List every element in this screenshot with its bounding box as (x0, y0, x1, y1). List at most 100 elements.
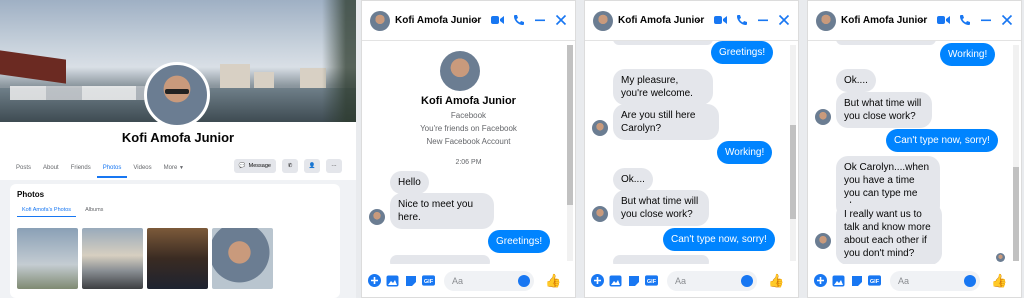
phone-icon[interactable] (958, 13, 971, 26)
emoji-icon[interactable] (518, 274, 530, 287)
chat-messages[interactable]: Greetings! My pleasure, you're welcome. … (585, 41, 798, 266)
chevron-down-icon[interactable]: ⌄ (472, 14, 480, 25)
chat-composer: GIF Aa 👍 (362, 264, 575, 297)
scrollbar[interactable] (1013, 45, 1019, 261)
svg-text:GIF: GIF (647, 279, 657, 285)
plus-icon[interactable] (368, 274, 381, 287)
intro-account: New Facebook Account (426, 137, 511, 146)
friends-button[interactable]: 👤 (304, 159, 320, 173)
tab-more-label: More (163, 165, 178, 171)
chat-messages[interactable]: Kofi Amofa Junior Facebook You're friend… (362, 41, 575, 266)
chat-header: Kofi Amofa Junior ⌄ (808, 1, 1021, 41)
avatar[interactable] (370, 11, 390, 31)
message-input-placeholder: Aa (898, 275, 910, 286)
message-out: Greetings! (488, 230, 551, 253)
video-call-icon[interactable] (714, 13, 727, 26)
photo-thumbnail[interactable] (147, 228, 208, 289)
message-out: Working! (940, 43, 996, 66)
message-button[interactable]: 💬 Message (233, 159, 276, 173)
message-input[interactable]: Aa (444, 270, 534, 291)
avatar (592, 120, 608, 136)
emoji-icon[interactable] (964, 274, 976, 287)
message-out: Can't type now, sorry! (886, 129, 998, 152)
photos-card: Photos Kofi Amofa's Photos Albums (10, 184, 340, 298)
phone-icon: ✆ (287, 163, 293, 169)
profile-tabs: Posts About Friends Photos Videos More ▼ (10, 160, 190, 178)
chevron-down-icon[interactable]: ⌄ (918, 14, 926, 25)
video-call-icon[interactable] (491, 13, 504, 26)
more-options-button[interactable]: ··· (326, 159, 342, 173)
scrollbar-thumb[interactable] (567, 45, 573, 205)
phone-icon[interactable] (512, 13, 525, 26)
sticker-icon[interactable] (850, 274, 863, 287)
message-input[interactable]: Aa (890, 270, 980, 291)
message-in: Ok.... (836, 69, 876, 92)
call-button[interactable]: ✆ (282, 159, 298, 173)
gif-icon[interactable]: GIF (645, 274, 658, 287)
sticker-icon[interactable] (627, 274, 640, 287)
photo-icon[interactable] (832, 274, 845, 287)
avatar[interactable] (593, 11, 613, 31)
chat-contact-name[interactable]: Kofi Amofa Junior (618, 15, 704, 26)
message-out: Greetings! (711, 41, 774, 64)
chat-contact-name[interactable]: Kofi Amofa Junior (841, 15, 927, 26)
minimize-icon[interactable] (756, 13, 769, 26)
like-icon[interactable]: 👍 (545, 273, 561, 289)
avatar (815, 233, 831, 249)
gif-icon[interactable]: GIF (868, 274, 881, 287)
tab-posts[interactable]: Posts (10, 160, 37, 178)
gif-icon[interactable]: GIF (422, 274, 435, 287)
avatar (440, 51, 480, 91)
close-icon[interactable] (1000, 13, 1013, 26)
person-icon: 👤 (308, 163, 316, 169)
emoji-icon[interactable] (741, 274, 753, 287)
like-icon[interactable]: 👍 (768, 273, 784, 289)
tab-albums[interactable]: Albums (80, 204, 108, 217)
scrollbar[interactable] (567, 45, 573, 261)
tab-kofi-photos[interactable]: Kofi Amofa's Photos (17, 204, 77, 217)
scrollbar[interactable] (790, 45, 796, 261)
message-in: But what time will you close work? (613, 190, 709, 226)
minimize-icon[interactable] (533, 13, 546, 26)
chevron-down-icon: ▼ (179, 165, 184, 171)
photos-tabs: Kofi Amofa's Photos Albums (17, 204, 108, 217)
tab-videos[interactable]: Videos (127, 160, 157, 178)
chat-header-actions (714, 13, 790, 26)
message-in: Hello (390, 171, 429, 194)
minimize-icon[interactable] (979, 13, 992, 26)
cover-roof (0, 50, 66, 84)
tab-friends[interactable]: Friends (65, 160, 97, 178)
like-icon[interactable]: 👍 (991, 273, 1007, 289)
chat-header: Kofi Amofa Junior ⌄ (362, 1, 575, 41)
message-input[interactable]: Aa (667, 270, 757, 291)
profile-avatar[interactable] (144, 62, 210, 128)
photo-thumbnail[interactable] (212, 228, 273, 289)
close-icon[interactable] (777, 13, 790, 26)
scrollbar-thumb[interactable] (790, 125, 796, 219)
message-out: Can't type now, sorry! (663, 228, 775, 251)
sticker-icon[interactable] (404, 274, 417, 287)
plus-icon[interactable] (591, 274, 604, 287)
photo-grid (17, 228, 273, 289)
scrollbar-thumb[interactable] (1013, 167, 1019, 261)
chat-composer: GIF Aa 👍 (808, 264, 1021, 297)
message-in-partial (836, 41, 936, 45)
svg-text:GIF: GIF (424, 279, 434, 285)
avatar[interactable] (816, 11, 836, 31)
phone-icon[interactable] (735, 13, 748, 26)
tab-photos[interactable]: Photos (96, 160, 128, 178)
tab-about[interactable]: About (37, 160, 65, 178)
photo-thumbnail[interactable] (82, 228, 143, 289)
chat-composer: GIF Aa 👍 (585, 264, 798, 297)
video-call-icon[interactable] (937, 13, 950, 26)
plus-icon[interactable] (814, 274, 827, 287)
chevron-down-icon[interactable]: ⌄ (695, 14, 703, 25)
chat-contact-name[interactable]: Kofi Amofa Junior (395, 15, 481, 26)
photo-icon[interactable] (386, 274, 399, 287)
close-icon[interactable] (554, 13, 567, 26)
photo-icon[interactable] (609, 274, 622, 287)
photo-thumbnail[interactable] (17, 228, 78, 289)
svg-text:GIF: GIF (870, 279, 880, 285)
chat-messages[interactable]: Working! Ok.... But what time will you c… (808, 41, 1021, 266)
tab-more[interactable]: More ▼ (158, 160, 190, 178)
